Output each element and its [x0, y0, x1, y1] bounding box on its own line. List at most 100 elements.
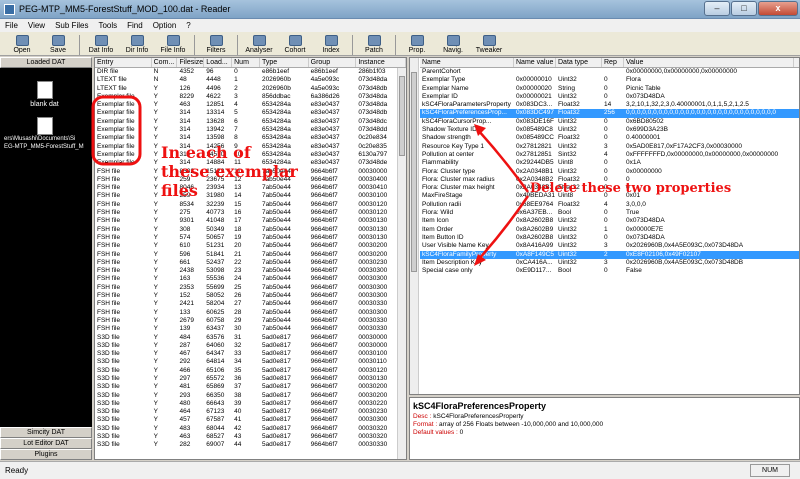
menu-file[interactable]: File: [5, 21, 18, 30]
scroll-thumb[interactable]: [411, 72, 417, 272]
property-row[interactable]: kSC4FloraParametersProperty 0x083DC3... Fl…: [420, 101, 799, 109]
table-row[interactable]: S3D file Y 484 63576 31 5ad0e817 9664b6f7 00030…: [95, 334, 406, 342]
table-row[interactable]: LTEXT file N 48 4448 1 2026960b 4a5e093c 073d48…: [95, 76, 406, 84]
table-row[interactable]: S3D file Y 282 69007 44 5ad0e817 9664b6f7 00030…: [95, 441, 406, 449]
analyser-button[interactable]: Analyser: [241, 32, 277, 55]
table-row[interactable]: Exemplar file Y 8229 4622 3 856ddbac 6a386d26 0…: [95, 93, 406, 101]
table-row[interactable]: FSH file Y 308 50349 18 7ab50e44 9664b6f7 00030…: [95, 226, 406, 234]
property-row[interactable]: Pollution radii 0x68EE9764 Float32 4 3,0,0,0: [420, 201, 799, 209]
property-row[interactable]: Special case only 0xE9D117... Bool 0 False: [420, 267, 799, 275]
property-row[interactable]: ParentCohort 0x00000000,0x00000000,0x0000…: [420, 68, 799, 76]
table-row[interactable]: FSH file Y 2353 55699 25 7ab50e44 9664b6f7 0003…: [95, 284, 406, 292]
property-row[interactable]: Shadow strength 0x085489CC Float32 0 0.40000…: [420, 134, 799, 142]
table-row[interactable]: FSH file Y 9301 41048 17 7ab50e44 9664b6f7 0003…: [95, 217, 406, 225]
table-row[interactable]: S3D file Y 466 65106 35 5ad0e817 9664b6f7 00030…: [95, 367, 406, 375]
maximize-button[interactable]: □: [731, 1, 757, 16]
tab-loaded-dat[interactable]: Loaded DAT: [0, 57, 92, 68]
patch-button[interactable]: Patch: [356, 32, 392, 55]
property-row[interactable]: Flora: Cluster type 0x2A0348B1 Uint32 0 0x00…: [420, 168, 799, 176]
col-data-type[interactable]: Data type: [556, 58, 602, 67]
tweaker-button[interactable]: Tweaker: [471, 32, 507, 55]
table-row[interactable]: S3D file Y 293 66350 38 5ad0e817 9664b6f7 00030…: [95, 392, 406, 400]
table-row[interactable]: FSH file Y 574 50657 19 7ab50e44 9664b6f7 00030…: [95, 234, 406, 242]
col-name[interactable]: Name: [420, 58, 514, 67]
table-row[interactable]: LTEXT file Y 126 4496 2 2026960b 4a5e093c 073d4…: [95, 85, 406, 93]
table-row[interactable]: FSH file Y 596 51841 21 7ab50e44 9664b6f7 00030…: [95, 251, 406, 259]
table-row[interactable]: Exemplar file Y 314 13314 5 6534284a e83e0437 0…: [95, 109, 406, 117]
menu-view[interactable]: View: [28, 21, 45, 30]
property-row[interactable]: Exemplar ID 0x00000021 Uint32 0 0x073D48DA: [420, 93, 799, 101]
col-entry[interactable]: Entry: [95, 58, 152, 67]
open-button[interactable]: Open: [4, 32, 40, 55]
filters-button[interactable]: Filters: [198, 32, 234, 55]
property-row[interactable]: Pollution at center 0x27812851 Sint32 4 0xFF…: [420, 151, 799, 159]
col-instance[interactable]: Instance: [356, 58, 406, 67]
menu-help[interactable]: ?: [186, 21, 190, 30]
table-row[interactable]: FSH file Y 2421 58204 27 7ab50e44 9664b6f7 0003…: [95, 300, 406, 308]
index-button[interactable]: Index: [313, 32, 349, 55]
menu-option[interactable]: Option: [153, 21, 177, 30]
scroll-thumb[interactable]: [399, 76, 405, 156]
table-row[interactable]: FSH file Y 152 58052 26 7ab50e44 9664b6f7 00030…: [95, 292, 406, 300]
menu-find[interactable]: Find: [127, 21, 143, 30]
table-row[interactable]: FSH file Y 610 51231 20 7ab50e44 9664b6f7 00030…: [95, 242, 406, 250]
table-row[interactable]: S3D file Y 287 64060 32 5ad0e817 9664b6f7 00030…: [95, 342, 406, 350]
col-value[interactable]: Value: [624, 58, 794, 67]
dat-info-button[interactable]: Dat Info: [83, 32, 119, 55]
col-type[interactable]: Type: [260, 58, 309, 67]
table-row[interactable]: Exemplar file Y 314 13598 8 6534284a e83e0437 0…: [95, 134, 406, 142]
table-row[interactable]: Exemplar file Y 314 13942 7 6534284a e83e0437 0…: [95, 126, 406, 134]
property-row[interactable]: Item Button ID 0x8A2602B8 Uint32 0 0x073D48D…: [420, 234, 799, 242]
table-row[interactable]: S3D file Y 481 65869 37 5ad0e817 9664b6f7 00030…: [95, 383, 406, 391]
property-row[interactable]: Item Icon 0x8A2602B8 Uint32 0 0x073D48DA: [420, 217, 799, 225]
table-row[interactable]: FSH file Y 661 52437 22 7ab50e44 9664b6f7 00030…: [95, 259, 406, 267]
table-row[interactable]: FSH file Y 133 60625 28 7ab50e44 9664b6f7 00030…: [95, 309, 406, 317]
menu-sub-files[interactable]: Sub Files: [55, 21, 88, 30]
property-row[interactable]: Flora: Wild 0x6A37EB... Bool 0 True: [420, 209, 799, 217]
prop-button[interactable]: Prop.: [399, 32, 435, 55]
table-row[interactable]: FSH file Y 2679 60758 29 7ab50e44 9664b6f7 0003…: [95, 317, 406, 325]
entries-scrollbar[interactable]: [397, 68, 406, 459]
table-row[interactable]: FSH file Y 139 63437 30 7ab50e44 9664b6f7 00030…: [95, 325, 406, 333]
table-row[interactable]: S3D file Y 292 64814 34 5ad0e817 9664b6f7 00030…: [95, 358, 406, 366]
file-info-button[interactable]: File Info: [155, 32, 191, 55]
cohort-button[interactable]: Cohort: [277, 32, 313, 55]
col-num[interactable]: Num: [232, 58, 260, 67]
tab-simcity-dat[interactable]: Simcity DAT: [0, 427, 92, 438]
table-row[interactable]: S3D file Y 457 67587 41 5ad0e817 9664b6f7 00030…: [95, 416, 406, 424]
close-button[interactable]: x: [758, 1, 798, 16]
tab-plugins[interactable]: Plugins: [0, 449, 92, 460]
table-row[interactable]: FSH file Y 8534 32239 15 7ab50e44 9664b6f7 0003…: [95, 201, 406, 209]
loaded-dat-item[interactable]: [22, 117, 67, 137]
property-row[interactable]: Resource Key Type 1 0x27812821 Uint32 3 0x5A…: [420, 143, 799, 151]
col-rep[interactable]: Rep: [602, 58, 624, 67]
property-row[interactable]: Flammability 0x29244DB5 Uint8 0 0x1A: [420, 159, 799, 167]
save-button[interactable]: Save: [40, 32, 76, 55]
property-row[interactable]: kSC4FloraFamilyProperty 0xA8F149C5 Uint32 2…: [420, 250, 799, 259]
col-group[interactable]: Group: [309, 58, 357, 67]
table-row[interactable]: S3D file Y 480 66643 39 5ad0e817 9664b6f7 00030…: [95, 400, 406, 408]
tab-lot-editor-dat[interactable]: Lot Editor DAT: [0, 438, 92, 449]
property-row[interactable]: kSC4FloraPreferencesProp... 0x083DC497 Flo…: [420, 109, 799, 118]
col-location[interactable]: Load...: [204, 58, 233, 67]
table-row[interactable]: S3D file Y 464 67123 40 5ad0e817 9664b6f7 00030…: [95, 408, 406, 416]
property-row[interactable]: kSC4FloraCursorProp... 0x083DE16F Uint32 0 0…: [420, 118, 799, 126]
property-row[interactable]: Exemplar Name 0x00000020 String 0 Picnic Tab…: [420, 85, 799, 93]
table-row[interactable]: S3D file Y 463 68527 43 5ad0e817 9664b6f7 00030…: [95, 433, 406, 441]
menu-tools[interactable]: Tools: [98, 21, 117, 30]
col-compressed[interactable]: Com...: [152, 58, 178, 67]
table-row[interactable]: DIR file N 4352 96 0 e86b1eef e86b1eef 286b1f03: [95, 68, 406, 76]
navig-button[interactable]: Navig.: [435, 32, 471, 55]
property-row[interactable]: Item Order 0x8A2602B9 Uint32 1 0x00000E7E: [420, 226, 799, 234]
properties-scrollbar[interactable]: [410, 58, 419, 394]
table-row[interactable]: S3D file Y 483 68044 42 5ad0e817 9664b6f7 00030…: [95, 425, 406, 433]
blank-dat-item[interactable]: blank dat: [22, 81, 67, 108]
minimize-button[interactable]: –: [704, 1, 730, 16]
table-row[interactable]: FSH file Y 2438 53098 23 7ab50e44 9664b6f7 0003…: [95, 267, 406, 275]
property-row[interactable]: Shadow Texture ID 0x085489C8 Uint32 0 0x699D…: [420, 126, 799, 134]
table-row[interactable]: Exemplar file Y 463 12851 4 6534284a e83e0437 0…: [95, 101, 406, 109]
property-row[interactable]: Item Description Key 0xCA416A... Uint32 3 0x…: [420, 259, 799, 267]
table-row[interactable]: FSH file Y 275 40773 16 7ab50e44 9664b6f7 00030…: [95, 209, 406, 217]
dir-info-button[interactable]: Dir Info: [119, 32, 155, 55]
col-filesize[interactable]: Filesize: [177, 58, 205, 67]
